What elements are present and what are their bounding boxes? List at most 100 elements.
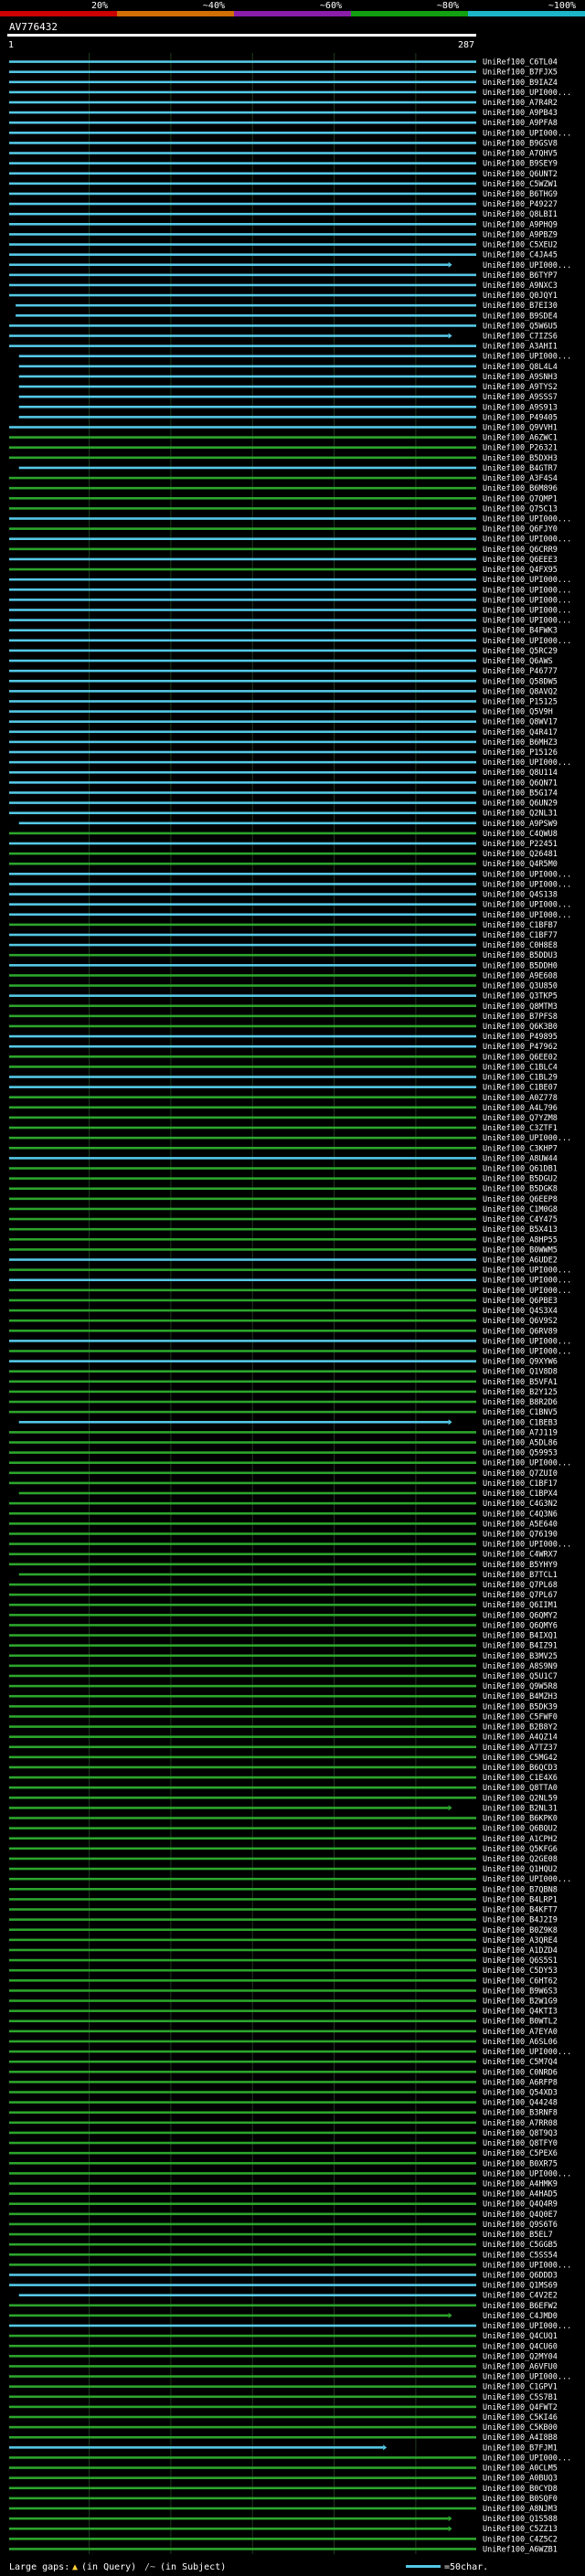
hit-bar[interactable]: [9, 1867, 476, 1871]
hit-bar[interactable]: [9, 273, 476, 277]
hit-bar[interactable]: [9, 1522, 476, 1525]
hit-label[interactable]: UniRef100_B5DK39: [483, 1702, 558, 1712]
hit-bar[interactable]: [9, 2375, 476, 2378]
hit-bar[interactable]: [9, 2242, 476, 2246]
hit-label[interactable]: UniRef100_UPI000...: [483, 2169, 571, 2178]
hit-bar[interactable]: [9, 2182, 476, 2185]
hit-bar[interactable]: [9, 1614, 476, 1617]
hit-label[interactable]: UniRef100_C4QWU8: [483, 830, 558, 839]
hit-label[interactable]: UniRef100_Q1S588: [483, 2515, 558, 2524]
hit-label[interactable]: UniRef100_A1CPH2: [483, 1835, 558, 1844]
hit-label[interactable]: UniRef100_Q8T9Q3: [483, 2129, 558, 2138]
hit-bar[interactable]: [9, 223, 476, 226]
hit-bar[interactable]: [9, 2507, 476, 2510]
hit-bar[interactable]: [9, 720, 476, 723]
hit-bar[interactable]: [9, 1299, 476, 1302]
hit-bar[interactable]: [9, 2425, 476, 2429]
hit-bar[interactable]: [9, 2476, 476, 2479]
hit-bar[interactable]: [18, 405, 477, 408]
hit-bar[interactable]: [18, 416, 477, 419]
hit-bar[interactable]: [9, 1542, 476, 1545]
hit-bar[interactable]: [9, 1126, 476, 1129]
hit-label[interactable]: UniRef100_P15126: [483, 748, 558, 758]
hit-label[interactable]: UniRef100_B7TCL1: [483, 1571, 558, 1580]
hit-label[interactable]: UniRef100_Q5RC29: [483, 647, 558, 656]
hit-bar[interactable]: [9, 2446, 384, 2449]
hit-label[interactable]: UniRef100_B5DDU3: [483, 951, 558, 960]
hit-bar[interactable]: [9, 1024, 476, 1028]
hit-bar[interactable]: [9, 1278, 476, 1282]
hit-bar[interactable]: [9, 1309, 476, 1312]
hit-label[interactable]: UniRef100_UPI000...: [483, 1134, 571, 1143]
hit-label[interactable]: UniRef100_UPI000...: [483, 89, 571, 98]
hit-label[interactable]: UniRef100_Q26481: [483, 850, 558, 859]
hit-bar[interactable]: [18, 822, 477, 825]
hit-label[interactable]: UniRef100_B4MZH3: [483, 1692, 558, 1701]
hit-label[interactable]: UniRef100_A0CLM5: [483, 2465, 558, 2474]
hit-label[interactable]: UniRef100_UPI000...: [483, 261, 571, 270]
hit-label[interactable]: UniRef100_B4IXQ1: [483, 1632, 558, 1641]
hit-bar[interactable]: [9, 2081, 476, 2083]
hit-label[interactable]: UniRef100_B9SDE4: [483, 312, 558, 321]
hit-bar[interactable]: [9, 2517, 449, 2520]
hit-bar[interactable]: [9, 1978, 476, 1982]
hit-label[interactable]: UniRef100_Q6RV89: [483, 1327, 558, 1336]
hit-bar[interactable]: [9, 1797, 476, 1799]
hit-label[interactable]: UniRef100_A9TYS2: [483, 383, 558, 392]
hit-label[interactable]: UniRef100_B0SQF0: [483, 2495, 558, 2504]
hit-label[interactable]: UniRef100_B7FJM1: [483, 2443, 558, 2453]
hit-label[interactable]: UniRef100_C1BE07: [483, 1084, 558, 1093]
hit-label[interactable]: UniRef100_UPI000...: [483, 576, 571, 585]
hit-bar[interactable]: [9, 964, 476, 967]
hit-bar[interactable]: [9, 903, 476, 906]
hit-label[interactable]: UniRef100_Q6FJY0: [483, 525, 558, 535]
hit-label[interactable]: UniRef100_C6TL04: [483, 58, 558, 68]
hit-bar[interactable]: [9, 2304, 476, 2307]
hit-bar[interactable]: [9, 1106, 476, 1109]
hit-label[interactable]: UniRef100_B0CYD8: [483, 2485, 558, 2494]
hit-bar[interactable]: [9, 1644, 476, 1647]
hit-label[interactable]: UniRef100_C1BLC4: [483, 1063, 558, 1072]
hit-bar[interactable]: [9, 1684, 476, 1688]
hit-bar[interactable]: [9, 436, 476, 439]
hit-label[interactable]: UniRef100_Q8U114: [483, 769, 558, 778]
hit-label[interactable]: UniRef100_P15125: [483, 697, 558, 706]
hit-label[interactable]: UniRef100_B5G174: [483, 789, 558, 798]
hit-label[interactable]: UniRef100_Q6EEE3: [483, 556, 558, 565]
hit-label[interactable]: UniRef100_UPI000...: [483, 2048, 571, 2057]
hit-label[interactable]: UniRef100_Q4Q4R9: [483, 2200, 558, 2210]
hit-label[interactable]: UniRef100_Q4R417: [483, 728, 558, 737]
hit-bar[interactable]: [9, 2040, 476, 2043]
hit-label[interactable]: UniRef100_A9E608: [483, 971, 558, 981]
hit-label[interactable]: UniRef100_B7PFS8: [483, 1012, 558, 1022]
hit-label[interactable]: UniRef100_UPI000...: [483, 2454, 571, 2463]
hit-label[interactable]: UniRef100_C4V2E2: [483, 2292, 558, 2301]
hit-label[interactable]: UniRef100_P46777: [483, 667, 558, 676]
hit-label[interactable]: UniRef100_UPI000...: [483, 911, 571, 920]
hit-bar[interactable]: [9, 883, 476, 885]
hit-bar[interactable]: [9, 537, 476, 541]
hit-bar[interactable]: [9, 943, 476, 947]
hit-label[interactable]: UniRef100_A3QRE4: [483, 1936, 558, 1945]
hit-label[interactable]: UniRef100_C1BPX4: [483, 1489, 558, 1499]
hit-bar[interactable]: [9, 1634, 476, 1637]
hit-label[interactable]: UniRef100_B9SEY9: [483, 160, 558, 169]
hit-bar[interactable]: [18, 1420, 449, 1424]
hit-label[interactable]: UniRef100_Q2NL31: [483, 810, 558, 819]
hit-label[interactable]: UniRef100_Q0JQY1: [483, 292, 558, 301]
hit-label[interactable]: UniRef100_B2W1G9: [483, 1998, 558, 2007]
hit-bar[interactable]: [9, 913, 476, 917]
hit-bar[interactable]: [9, 2212, 476, 2216]
hit-bar[interactable]: [9, 639, 476, 642]
hit-label[interactable]: UniRef100_P47962: [483, 1043, 558, 1052]
hit-label[interactable]: UniRef100_B6TYP7: [483, 271, 558, 281]
hit-label[interactable]: UniRef100_Q9VVH1: [483, 424, 558, 433]
hit-bar[interactable]: [9, 974, 476, 977]
hit-label[interactable]: UniRef100_A8S9N9: [483, 1662, 558, 1671]
hit-bar[interactable]: [9, 1968, 476, 1972]
hit-bar[interactable]: [9, 953, 476, 957]
hit-label[interactable]: UniRef100_Q54XD3: [483, 2089, 558, 2098]
hit-label[interactable]: UniRef100_Q3TKP5: [483, 992, 558, 1002]
hit-bar[interactable]: [9, 2019, 476, 2023]
hit-bar[interactable]: [9, 192, 476, 196]
